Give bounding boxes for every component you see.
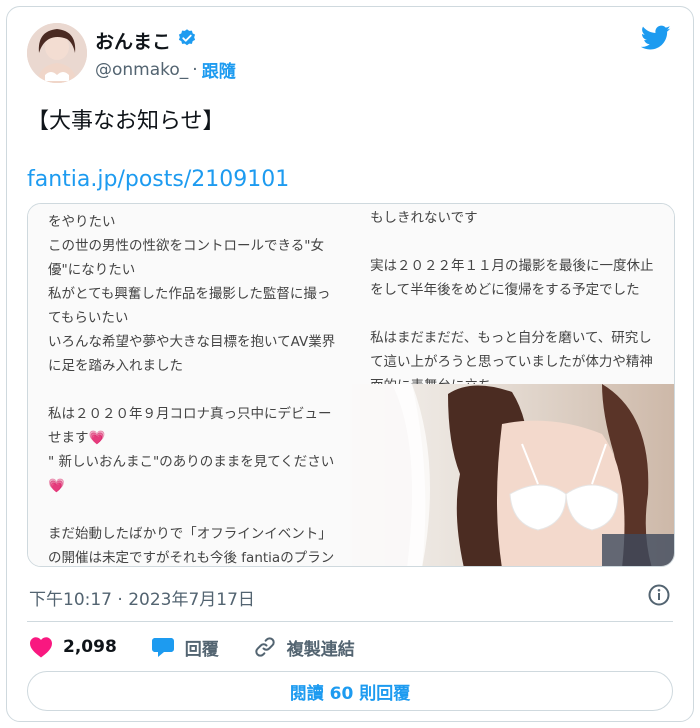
- tweet-card: おんまこ @onmako_ · 跟隨 【大事なお知らせ】 fantia.jp/p…: [6, 6, 694, 722]
- divider: [27, 621, 673, 622]
- action-bar: 2,098 回覆 複製連結: [29, 633, 389, 661]
- avatar[interactable]: [27, 23, 87, 83]
- handle[interactable]: @onmako_: [95, 60, 188, 80]
- tweet-link[interactable]: fantia.jp/posts/2109101: [27, 167, 289, 192]
- handle-separator: ·: [192, 59, 198, 80]
- read-replies-button[interactable]: 閱讀 60 則回覆: [27, 671, 673, 711]
- copy-link-action[interactable]: 複製連結: [253, 635, 355, 660]
- like-count: 2,098: [63, 637, 117, 657]
- media-right-panel: もしきれないです 実は２０２２年１１月の撮影を最後に一度休止をして半年後をめどに…: [352, 204, 674, 566]
- display-name[interactable]: おんまこ: [95, 27, 197, 54]
- heart-icon[interactable]: [29, 636, 53, 658]
- twitter-bird-icon[interactable]: [641, 25, 671, 51]
- display-name-text[interactable]: おんまこ: [95, 27, 171, 54]
- media-photo: [352, 384, 674, 566]
- info-icon[interactable]: [647, 583, 671, 607]
- follow-link[interactable]: 跟隨: [202, 57, 236, 82]
- reply-bubble-icon[interactable]: [151, 636, 175, 658]
- handle-row: @onmako_ · 跟隨: [95, 57, 236, 83]
- reply-action[interactable]: 回覆: [151, 635, 219, 660]
- media-right-text: もしきれないです 実は２０２２年１１月の撮影を最後に一度休止をして半年後をめどに…: [352, 204, 674, 384]
- verified-badge-icon: [177, 28, 197, 53]
- media-left-text: をやりたい この世の男性の性欲をコントロールできる"女優"になりたい 私がとても…: [28, 204, 353, 566]
- tweet-timestamp[interactable]: 下午10:17 · 2023年7月17日: [29, 585, 255, 610]
- copy-link-label: 複製連結: [286, 639, 355, 660]
- like-action[interactable]: 2,098: [29, 636, 117, 658]
- reply-label: 回覆: [184, 639, 219, 660]
- media-image[interactable]: をやりたい この世の男性の性欲をコントロールできる"女優"になりたい 私がとても…: [27, 203, 675, 567]
- link-icon[interactable]: [253, 635, 277, 659]
- tweet-text: 【大事なお知らせ】: [27, 109, 225, 134]
